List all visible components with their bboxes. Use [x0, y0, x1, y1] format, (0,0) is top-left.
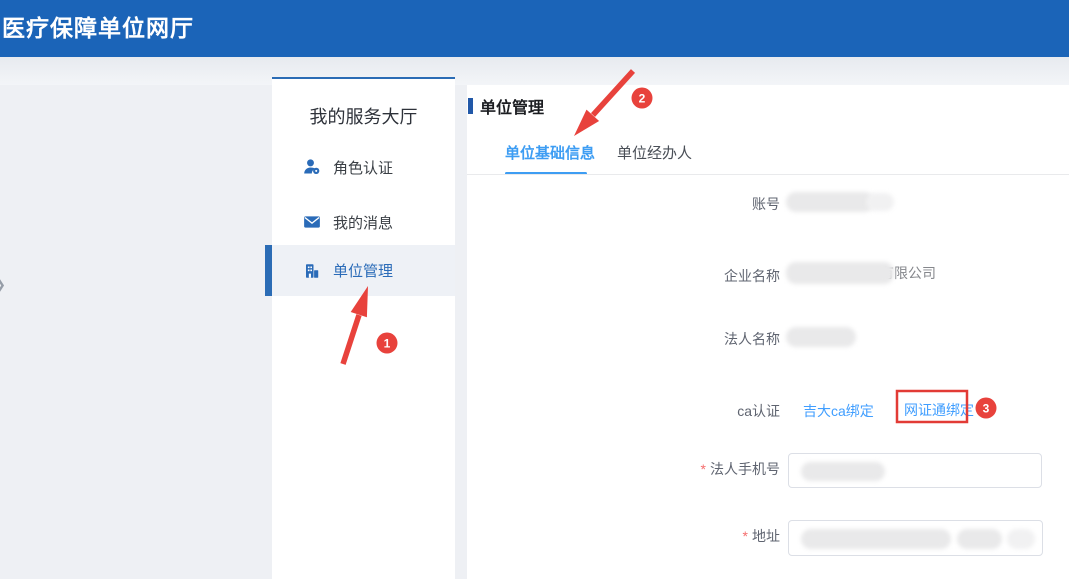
company-value: 有限公司	[786, 262, 936, 284]
page-title-text: 单位管理	[480, 94, 544, 118]
sidebar: 我的服务大厅 角色认证 我的消息	[272, 77, 455, 579]
legal-name-label: 法人名称	[467, 329, 780, 349]
redacted-blob	[786, 262, 894, 284]
ca-label: ca认证	[467, 401, 780, 421]
required-asterisk: *	[701, 461, 706, 477]
redacted-blob	[801, 462, 885, 481]
app-title: 医疗保障单位网厅	[0, 0, 1069, 57]
tabs-divider	[467, 174, 1069, 175]
tab-unit-agent[interactable]: 单位经办人	[617, 143, 692, 165]
page-title: 单位管理	[468, 94, 544, 118]
redacted-blob	[1007, 529, 1035, 549]
tab-unit-basic-info[interactable]: 单位基础信息	[505, 143, 595, 165]
main-content: 单位管理 单位基础信息 单位经办人 账号 企业名称 有限公司 法人名称 ca认证…	[467, 85, 1069, 579]
header-shadow-band	[0, 57, 1069, 85]
account-value-redacted	[786, 192, 894, 212]
redacted-blob	[866, 193, 894, 211]
sidebar-item-messages[interactable]: 我的消息	[272, 200, 455, 244]
user-badge-icon	[303, 158, 321, 176]
address-label: *地址	[467, 526, 780, 546]
phone-label: *法人手机号	[467, 459, 780, 479]
building-icon	[303, 262, 321, 280]
redacted-blob	[801, 529, 951, 549]
sidebar-item-unit-management[interactable]: 单位管理	[272, 245, 455, 296]
title-marker	[468, 98, 473, 114]
company-label: 企业名称	[467, 266, 780, 286]
redacted-blob	[957, 529, 1002, 549]
collapse-chevron-icon[interactable]: ❯	[0, 277, 6, 293]
app-window: 医疗保障单位网厅 ❯ 我的服务大厅 角色认证	[0, 0, 1069, 579]
app-header: 医疗保障单位网厅	[0, 0, 1069, 57]
required-asterisk: *	[743, 528, 748, 544]
redacted-blob	[786, 327, 856, 347]
address-input[interactable]	[788, 520, 1043, 556]
sidebar-item-label: 单位管理	[333, 260, 393, 281]
sidebar-item-role-auth[interactable]: 角色认证	[272, 145, 455, 189]
wangzhengtong-bind-link[interactable]: 网证通绑定	[904, 400, 974, 420]
selected-indicator-bar	[265, 245, 272, 296]
account-label: 账号	[467, 194, 780, 214]
redacted-blob	[786, 192, 874, 212]
sidebar-item-label: 角色认证	[333, 157, 393, 178]
mail-icon	[303, 213, 321, 231]
jida-ca-bind-link[interactable]: 吉大ca绑定	[803, 401, 874, 421]
sidebar-title: 我的服务大厅	[272, 103, 455, 129]
sidebar-item-label: 我的消息	[333, 212, 393, 233]
phone-input[interactable]	[788, 453, 1042, 488]
legal-name-value-redacted	[786, 327, 856, 347]
